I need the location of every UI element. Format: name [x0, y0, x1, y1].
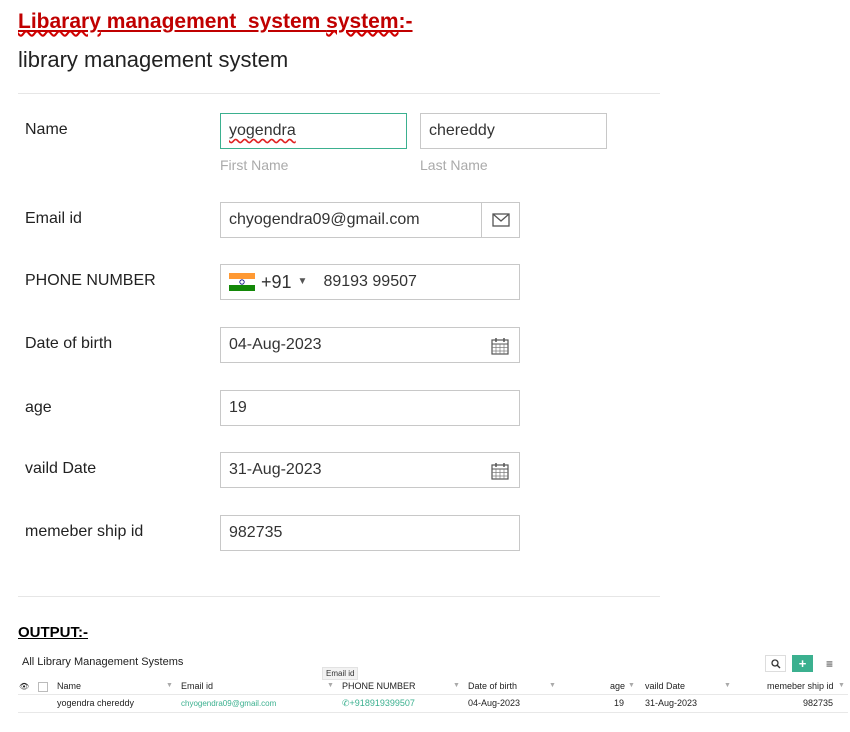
- search-icon: [770, 658, 780, 668]
- phone-label: PHONE NUMBER: [25, 272, 156, 289]
- menu-icon: ≡: [825, 656, 833, 671]
- calendar-icon[interactable]: [491, 337, 509, 355]
- cell-name: yogendra chereddy: [57, 698, 135, 708]
- sort-icon[interactable]: ▼: [628, 682, 635, 689]
- last-name-input[interactable]: chereddy: [420, 113, 607, 149]
- email-input[interactable]: chyogendra09@gmail.com: [220, 202, 482, 238]
- menu-button[interactable]: ≡: [819, 655, 840, 672]
- column-header-phone[interactable]: PHONE NUMBER: [342, 681, 416, 691]
- sort-icon[interactable]: ▼: [166, 682, 173, 689]
- list-title: All Library Management Systems: [22, 656, 184, 668]
- first-name-sublabel: First Name: [220, 157, 289, 173]
- sort-icon[interactable]: ▼: [549, 682, 556, 689]
- cell-membership: 982735: [803, 698, 834, 708]
- column-header-age[interactable]: age: [610, 681, 625, 691]
- heading-word-2: management system: [100, 10, 327, 33]
- search-button[interactable]: [765, 655, 786, 672]
- sort-icon[interactable]: ▼: [453, 682, 460, 689]
- heading-word-4: :-: [398, 10, 413, 33]
- valid-date-input[interactable]: 31-Aug-2023: [220, 452, 520, 488]
- column-header-name[interactable]: Name: [57, 681, 81, 691]
- membership-label: memeber ship id: [25, 523, 144, 540]
- row-divider: [18, 712, 848, 713]
- eye-icon[interactable]: 👁: [19, 682, 29, 691]
- column-header-valid-date[interactable]: vaild Date: [645, 681, 685, 691]
- last-name-sublabel: Last Name: [420, 157, 488, 173]
- dob-value: 04-Aug-2023: [229, 336, 322, 353]
- divider-bottom: [18, 596, 660, 597]
- phone-value: 89193 99507: [323, 273, 417, 290]
- first-name-input[interactable]: yogendra: [220, 113, 407, 149]
- header-divider: [18, 694, 848, 695]
- cell-phone[interactable]: ✆+918919399507: [342, 698, 415, 709]
- cell-dob: 04-Aug-2023: [468, 698, 521, 708]
- name-label: Name: [25, 121, 68, 138]
- column-header-email[interactable]: Email id: [181, 681, 213, 691]
- heading-word-1: Libarary: [18, 10, 101, 33]
- cell-age: 19: [614, 698, 625, 708]
- cell-phone-value: +918919399507: [349, 698, 415, 708]
- first-name-value: yogendra: [229, 122, 296, 139]
- select-all-checkbox[interactable]: [38, 682, 48, 692]
- heading-word-3: system: [326, 10, 399, 33]
- membership-input[interactable]: 982735: [220, 515, 520, 551]
- valid-date-value: 31-Aug-2023: [229, 461, 322, 478]
- calendar-icon[interactable]: [491, 462, 509, 480]
- valid-date-label: vaild Date: [25, 460, 97, 477]
- column-header-dob[interactable]: Date of birth: [468, 681, 517, 691]
- column-tooltip: Email id: [322, 667, 359, 680]
- sort-icon[interactable]: ▼: [838, 682, 845, 689]
- age-label: age: [25, 399, 52, 416]
- email-label: Email id: [25, 210, 82, 227]
- sort-icon[interactable]: ▼: [724, 682, 731, 689]
- plus-icon: +: [798, 656, 807, 671]
- document-heading: Libarary management system system:-: [18, 10, 413, 34]
- divider-top: [18, 93, 660, 94]
- add-button[interactable]: +: [792, 655, 813, 672]
- chevron-down-icon[interactable]: ▼: [298, 276, 308, 287]
- india-flag-icon[interactable]: [229, 273, 255, 291]
- form-title: library management system: [18, 47, 289, 72]
- envelope-icon: [482, 202, 520, 238]
- output-heading: OUTPUT:-: [18, 624, 88, 641]
- country-code[interactable]: +91: [261, 272, 292, 292]
- age-input[interactable]: 19: [220, 390, 520, 426]
- column-header-membership[interactable]: memeber ship id: [767, 681, 834, 691]
- phone-icon: ✆: [342, 698, 350, 708]
- cell-valid-date: 31-Aug-2023: [645, 698, 698, 708]
- sort-icon[interactable]: ▼: [327, 682, 334, 689]
- cell-email[interactable]: chyogendra09@gmail.com: [181, 699, 276, 708]
- dob-input[interactable]: 04-Aug-2023: [220, 327, 520, 363]
- phone-input[interactable]: +91 ▼ 89193 99507: [220, 264, 520, 300]
- dob-label: Date of birth: [25, 335, 113, 352]
